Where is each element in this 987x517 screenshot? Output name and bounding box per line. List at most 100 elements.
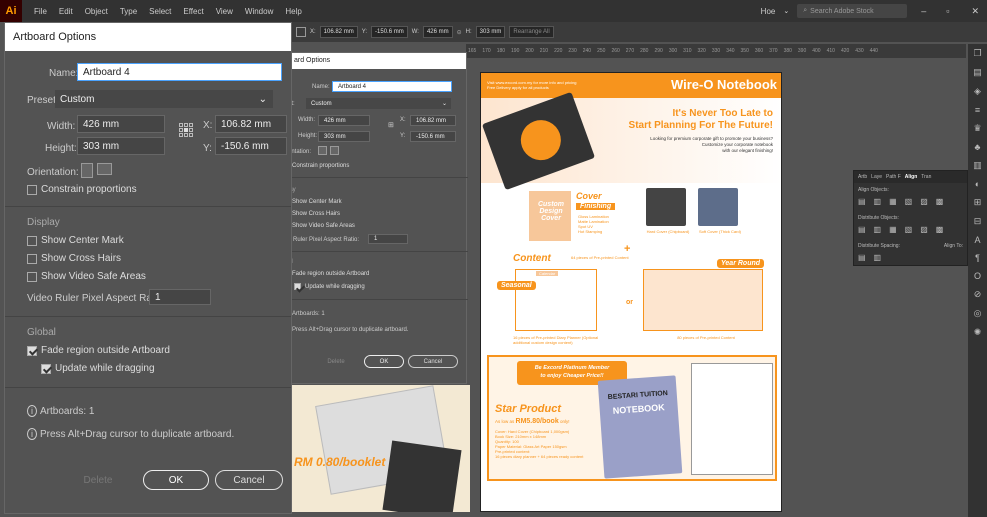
menu-select[interactable]: Select (149, 7, 171, 16)
menu-file[interactable]: File (34, 7, 47, 16)
height-input[interactable]: 303 mm (77, 137, 165, 155)
cancel-button[interactable]: Cancel (408, 355, 458, 368)
menu-effect[interactable]: Effect (183, 7, 203, 16)
menu-help[interactable]: Help (285, 7, 301, 16)
show-cross-hairs-checkbox[interactable]: Show Cross Hairs (292, 211, 340, 217)
align-panel-icon[interactable]: ⊟ (974, 216, 982, 227)
specs-list: Cover: Hard Cover (Chipboard 1,000gsm) B… (495, 429, 583, 459)
video-ratio-input[interactable]: 1 (368, 234, 408, 244)
show-video-safe-checkbox[interactable]: Show Video Safe Areas (27, 271, 146, 282)
delete-button[interactable]: Delete (65, 470, 131, 490)
show-video-safe-checkbox[interactable]: Show Video Safe Areas (292, 223, 355, 229)
x-field[interactable]: 106.82 mm (319, 26, 358, 38)
type-icon[interactable]: A (974, 235, 980, 245)
update-dragging-checkbox[interactable]: Update while dragging (294, 283, 365, 290)
height-input[interactable]: 303 mm (318, 131, 370, 142)
show-center-mark-checkbox[interactable]: Show Center Mark (292, 199, 342, 205)
illustrator-logo: Ai (0, 0, 22, 22)
ruler-tick: 420 (840, 48, 850, 54)
cross-hairs-label: Show Cross Hairs (292, 211, 341, 217)
ok-button[interactable]: OK (364, 355, 404, 368)
search-icon: ⌕ (803, 7, 808, 14)
preset-select[interactable]: Custom ⌄ (55, 90, 273, 108)
w-field[interactable]: 426 mm (422, 26, 453, 38)
constrain-checkbox[interactable]: Constrain proportions (27, 184, 137, 195)
menu-view[interactable]: View (216, 7, 233, 16)
transform-icon[interactable] (296, 27, 306, 37)
ruler-tick: 240 (582, 48, 592, 54)
show-cross-hairs-checkbox[interactable]: Show Cross Hairs (27, 253, 121, 264)
fade-region-checkbox[interactable]: Fade region outside Artboard (292, 271, 369, 277)
divider (286, 251, 468, 252)
fade-region-checkbox[interactable]: Fade region outside Artboard (27, 345, 170, 356)
dialog-title-bar: Artboard Options (5, 23, 291, 51)
horizontal-ruler[interactable]: 165 170 180 190 200 210 220 230 240 250 260 270 280 2… (466, 44, 966, 58)
tab-pathfinder[interactable]: Path F (886, 174, 901, 180)
artboard-options-dialog-ghost: ard Options Name: Artboard 4 et: Custom … (285, 52, 468, 384)
y-input[interactable]: -150.6 mm (410, 131, 456, 142)
artboards-count: Artboards: 1 (292, 311, 325, 317)
portrait-icon[interactable] (318, 146, 327, 155)
chevron-down-icon[interactable]: ⌄ (783, 7, 789, 15)
paragraph-icon[interactable]: ¶ (975, 253, 980, 263)
h-field[interactable]: 303 mm (475, 26, 506, 38)
landscape-icon[interactable] (330, 146, 339, 155)
appearance-icon[interactable]: ◐ (975, 179, 980, 189)
distribute-spacing-buttons[interactable]: ▤▥ (858, 253, 889, 262)
cancel-button[interactable]: Cancel (215, 470, 283, 490)
maximize-icon[interactable]: ▫ (940, 6, 955, 16)
y-input[interactable]: -150.6 mm (215, 137, 287, 155)
constrain-checkbox[interactable]: Constrain proportions (292, 163, 349, 169)
menu-type[interactable]: Type (120, 7, 137, 16)
video-ratio-input[interactable]: 1 (149, 289, 211, 305)
brushes-icon[interactable]: ♛ (973, 123, 981, 134)
transform-panel-icon[interactable]: ⊞ (974, 197, 982, 208)
graphic-styles-icon[interactable]: ✺ (974, 327, 982, 338)
name-input[interactable]: Artboard 4 (332, 81, 452, 92)
plus-sign: + (624, 243, 631, 255)
landscape-icon[interactable] (97, 163, 112, 175)
y-label: Y: (400, 133, 406, 139)
ok-button[interactable]: OK (143, 470, 209, 490)
menu-edit[interactable]: Edit (59, 7, 73, 16)
glyph-icon[interactable]: O (974, 271, 981, 281)
minimize-icon[interactable]: – (915, 6, 932, 16)
name-input[interactable]: Artboard 4 (77, 63, 282, 81)
menu-object[interactable]: Object (85, 7, 108, 16)
show-center-mark-checkbox[interactable]: Show Center Mark (27, 235, 124, 246)
reference-point-icon[interactable] (179, 123, 193, 137)
y-field[interactable]: -150.6 mm (371, 26, 408, 38)
x-input[interactable]: 106.82 mm (410, 115, 456, 126)
search-stock-input[interactable]: ⌕ Search Adobe Stock (797, 4, 908, 18)
x-input[interactable]: 106.82 mm (215, 115, 287, 133)
align-panel: Artb Laye Path F Align Tran Align Object… (853, 170, 968, 266)
link-icon[interactable]: ⊝ (457, 29, 462, 36)
tab-layers[interactable]: Laye (871, 174, 882, 180)
workspace-switcher[interactable]: Hoe (761, 7, 776, 16)
links-icon[interactable]: ⊘ (974, 289, 982, 300)
align-objects-buttons[interactable]: ▤▥▦▧▨▩ (858, 197, 951, 206)
properties-icon[interactable]: ▤ (973, 67, 982, 78)
layers-icon[interactable]: ◈ (974, 86, 981, 97)
distribute-objects-buttons[interactable]: ▤▥▦▧▨▩ (858, 225, 951, 234)
swatches-icon[interactable]: ▥ (973, 160, 982, 171)
menu-window[interactable]: Window (245, 7, 273, 16)
reference-point-icon[interactable]: ⊞ (388, 121, 394, 129)
tab-artboards[interactable]: Artb (858, 174, 867, 180)
notebook-mockup: BESTARI TUITION NOTEBOOK (597, 375, 683, 479)
delete-button[interactable]: Delete (316, 355, 356, 368)
symbols-icon[interactable]: ♣ (975, 142, 981, 152)
width-input[interactable]: 426 mm (77, 115, 165, 133)
update-dragging-checkbox[interactable]: Update while dragging (41, 363, 155, 374)
preset-select[interactable]: Custom ⌄ (306, 98, 451, 109)
tab-transform[interactable]: Tran (921, 174, 931, 180)
artboard[interactable]: Visit www.excord.com.my for more info an… (480, 72, 782, 512)
menu-icon[interactable]: ≡ (975, 105, 980, 115)
width-input[interactable]: 426 mm (318, 115, 370, 126)
rearrange-button[interactable]: Rearrange All (509, 26, 554, 38)
pathfinder-icon[interactable]: ◎ (974, 308, 982, 319)
close-icon[interactable]: ✕ (963, 6, 987, 17)
portrait-icon[interactable] (81, 163, 93, 178)
libraries-icon[interactable]: ❐ (973, 48, 981, 59)
tab-align[interactable]: Align (905, 174, 918, 180)
